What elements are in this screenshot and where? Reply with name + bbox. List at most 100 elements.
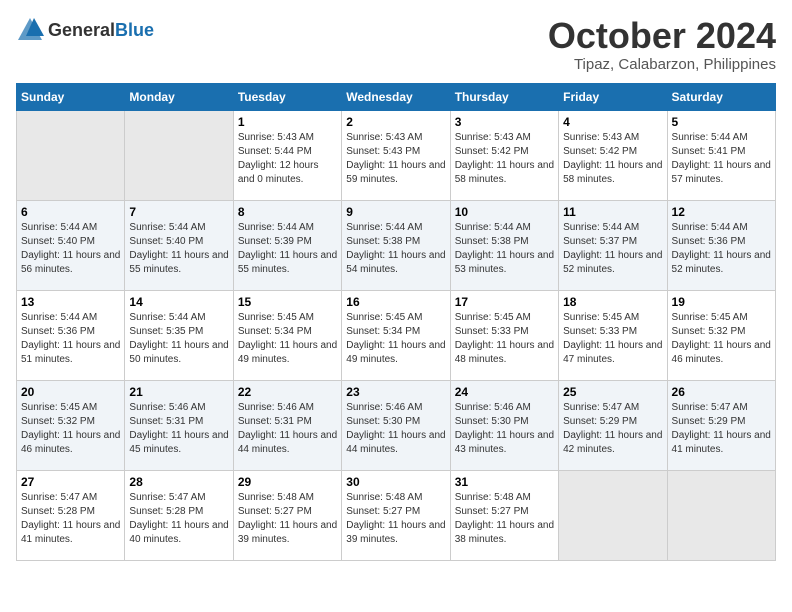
logo: GeneralBlue: [16, 16, 154, 44]
day-info: Sunrise: 5:46 AMSunset: 5:31 PMDaylight:…: [129, 402, 228, 455]
calendar-week-row: 6 Sunrise: 5:44 AMSunset: 5:40 PMDayligh…: [17, 200, 776, 290]
calendar-cell: 23 Sunrise: 5:46 AMSunset: 5:30 PMDaylig…: [342, 380, 450, 470]
day-number: 11: [563, 205, 662, 219]
logo-icon: [16, 16, 44, 44]
day-info: Sunrise: 5:44 AMSunset: 5:38 PMDaylight:…: [346, 222, 445, 275]
calendar-cell: 12 Sunrise: 5:44 AMSunset: 5:36 PMDaylig…: [667, 200, 775, 290]
day-info: Sunrise: 5:47 AMSunset: 5:28 PMDaylight:…: [21, 492, 120, 545]
weekday-header-row: SundayMondayTuesdayWednesdayThursdayFrid…: [17, 83, 776, 110]
day-number: 8: [238, 205, 337, 219]
day-number: 20: [21, 385, 120, 399]
month-title: October 2024: [548, 16, 776, 56]
day-info: Sunrise: 5:44 AMSunset: 5:36 PMDaylight:…: [672, 222, 771, 275]
day-info: Sunrise: 5:46 AMSunset: 5:30 PMDaylight:…: [455, 402, 554, 455]
day-info: Sunrise: 5:44 AMSunset: 5:41 PMDaylight:…: [672, 132, 771, 185]
calendar-week-row: 13 Sunrise: 5:44 AMSunset: 5:36 PMDaylig…: [17, 290, 776, 380]
logo-text-blue: Blue: [115, 20, 154, 40]
calendar-cell: 13 Sunrise: 5:44 AMSunset: 5:36 PMDaylig…: [17, 290, 125, 380]
day-number: 15: [238, 295, 337, 309]
day-number: 17: [455, 295, 554, 309]
day-number: 21: [129, 385, 228, 399]
calendar-cell: 21 Sunrise: 5:46 AMSunset: 5:31 PMDaylig…: [125, 380, 233, 470]
calendar-cell: [125, 110, 233, 200]
calendar-cell: [559, 470, 667, 560]
calendar-cell: 29 Sunrise: 5:48 AMSunset: 5:27 PMDaylig…: [233, 470, 341, 560]
weekday-header-thursday: Thursday: [450, 83, 558, 110]
calendar-week-row: 20 Sunrise: 5:45 AMSunset: 5:32 PMDaylig…: [17, 380, 776, 470]
calendar-cell: 15 Sunrise: 5:45 AMSunset: 5:34 PMDaylig…: [233, 290, 341, 380]
day-number: 3: [455, 115, 554, 129]
day-number: 12: [672, 205, 771, 219]
calendar-cell: 14 Sunrise: 5:44 AMSunset: 5:35 PMDaylig…: [125, 290, 233, 380]
calendar-cell: 6 Sunrise: 5:44 AMSunset: 5:40 PMDayligh…: [17, 200, 125, 290]
calendar-cell: 5 Sunrise: 5:44 AMSunset: 5:41 PMDayligh…: [667, 110, 775, 200]
day-info: Sunrise: 5:43 AMSunset: 5:42 PMDaylight:…: [455, 132, 554, 185]
day-number: 9: [346, 205, 445, 219]
page-header: GeneralBlue October 2024 Tipaz, Calabarz…: [16, 16, 776, 73]
location-title: Tipaz, Calabarzon, Philippines: [548, 56, 776, 73]
logo-text-general: General: [48, 20, 115, 40]
day-info: Sunrise: 5:44 AMSunset: 5:35 PMDaylight:…: [129, 312, 228, 365]
day-info: Sunrise: 5:45 AMSunset: 5:33 PMDaylight:…: [563, 312, 662, 365]
calendar-cell: [17, 110, 125, 200]
calendar-cell: 9 Sunrise: 5:44 AMSunset: 5:38 PMDayligh…: [342, 200, 450, 290]
day-number: 25: [563, 385, 662, 399]
calendar-cell: 7 Sunrise: 5:44 AMSunset: 5:40 PMDayligh…: [125, 200, 233, 290]
title-section: October 2024 Tipaz, Calabarzon, Philippi…: [548, 16, 776, 73]
day-number: 28: [129, 475, 228, 489]
day-info: Sunrise: 5:45 AMSunset: 5:32 PMDaylight:…: [672, 312, 771, 365]
day-info: Sunrise: 5:43 AMSunset: 5:44 PMDaylight:…: [238, 132, 319, 185]
day-number: 29: [238, 475, 337, 489]
day-info: Sunrise: 5:48 AMSunset: 5:27 PMDaylight:…: [346, 492, 445, 545]
day-info: Sunrise: 5:44 AMSunset: 5:36 PMDaylight:…: [21, 312, 120, 365]
day-info: Sunrise: 5:44 AMSunset: 5:39 PMDaylight:…: [238, 222, 337, 275]
calendar-cell: 16 Sunrise: 5:45 AMSunset: 5:34 PMDaylig…: [342, 290, 450, 380]
day-info: Sunrise: 5:44 AMSunset: 5:40 PMDaylight:…: [129, 222, 228, 275]
day-info: Sunrise: 5:45 AMSunset: 5:32 PMDaylight:…: [21, 402, 120, 455]
calendar-cell: 28 Sunrise: 5:47 AMSunset: 5:28 PMDaylig…: [125, 470, 233, 560]
day-info: Sunrise: 5:47 AMSunset: 5:28 PMDaylight:…: [129, 492, 228, 545]
day-info: Sunrise: 5:46 AMSunset: 5:30 PMDaylight:…: [346, 402, 445, 455]
calendar-cell: 11 Sunrise: 5:44 AMSunset: 5:37 PMDaylig…: [559, 200, 667, 290]
calendar-cell: 1 Sunrise: 5:43 AMSunset: 5:44 PMDayligh…: [233, 110, 341, 200]
calendar-table: SundayMondayTuesdayWednesdayThursdayFrid…: [16, 83, 776, 561]
weekday-header-tuesday: Tuesday: [233, 83, 341, 110]
day-number: 22: [238, 385, 337, 399]
day-number: 30: [346, 475, 445, 489]
day-number: 5: [672, 115, 771, 129]
day-info: Sunrise: 5:48 AMSunset: 5:27 PMDaylight:…: [238, 492, 337, 545]
calendar-cell: 2 Sunrise: 5:43 AMSunset: 5:43 PMDayligh…: [342, 110, 450, 200]
day-number: 27: [21, 475, 120, 489]
day-info: Sunrise: 5:45 AMSunset: 5:34 PMDaylight:…: [346, 312, 445, 365]
weekday-header-saturday: Saturday: [667, 83, 775, 110]
calendar-cell: 10 Sunrise: 5:44 AMSunset: 5:38 PMDaylig…: [450, 200, 558, 290]
calendar-cell: 18 Sunrise: 5:45 AMSunset: 5:33 PMDaylig…: [559, 290, 667, 380]
calendar-cell: 20 Sunrise: 5:45 AMSunset: 5:32 PMDaylig…: [17, 380, 125, 470]
calendar-cell: 27 Sunrise: 5:47 AMSunset: 5:28 PMDaylig…: [17, 470, 125, 560]
day-info: Sunrise: 5:47 AMSunset: 5:29 PMDaylight:…: [672, 402, 771, 455]
weekday-header-wednesday: Wednesday: [342, 83, 450, 110]
calendar-cell: 4 Sunrise: 5:43 AMSunset: 5:42 PMDayligh…: [559, 110, 667, 200]
calendar-cell: 31 Sunrise: 5:48 AMSunset: 5:27 PMDaylig…: [450, 470, 558, 560]
day-number: 26: [672, 385, 771, 399]
calendar-cell: 22 Sunrise: 5:46 AMSunset: 5:31 PMDaylig…: [233, 380, 341, 470]
day-number: 13: [21, 295, 120, 309]
day-info: Sunrise: 5:46 AMSunset: 5:31 PMDaylight:…: [238, 402, 337, 455]
calendar-cell: 24 Sunrise: 5:46 AMSunset: 5:30 PMDaylig…: [450, 380, 558, 470]
day-number: 2: [346, 115, 445, 129]
calendar-cell: [667, 470, 775, 560]
day-number: 19: [672, 295, 771, 309]
day-number: 31: [455, 475, 554, 489]
day-number: 24: [455, 385, 554, 399]
day-number: 7: [129, 205, 228, 219]
day-info: Sunrise: 5:44 AMSunset: 5:38 PMDaylight:…: [455, 222, 554, 275]
day-number: 16: [346, 295, 445, 309]
calendar-week-row: 1 Sunrise: 5:43 AMSunset: 5:44 PMDayligh…: [17, 110, 776, 200]
day-number: 23: [346, 385, 445, 399]
day-info: Sunrise: 5:47 AMSunset: 5:29 PMDaylight:…: [563, 402, 662, 455]
weekday-header-sunday: Sunday: [17, 83, 125, 110]
day-info: Sunrise: 5:48 AMSunset: 5:27 PMDaylight:…: [455, 492, 554, 545]
calendar-cell: 26 Sunrise: 5:47 AMSunset: 5:29 PMDaylig…: [667, 380, 775, 470]
calendar-cell: 19 Sunrise: 5:45 AMSunset: 5:32 PMDaylig…: [667, 290, 775, 380]
day-number: 6: [21, 205, 120, 219]
